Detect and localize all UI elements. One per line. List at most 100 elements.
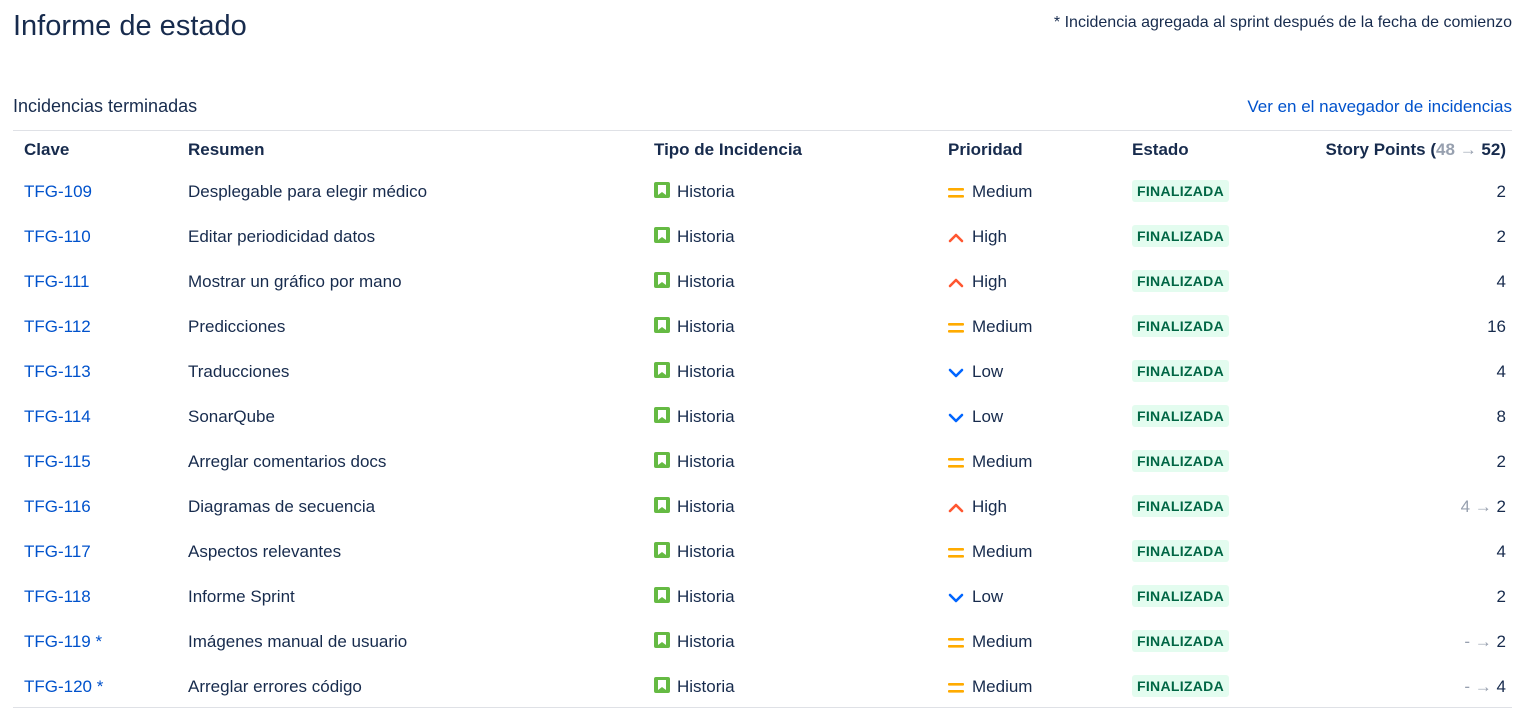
story-points-cell: 2 — [1497, 169, 1506, 214]
table-row[interactable]: TFG-113 Traducciones Historia Low FINALIZADA… — [13, 349, 1512, 394]
header-summary[interactable]: Resumen — [188, 131, 265, 169]
table-row[interactable]: TFG-110 Editar periodicidad datos Historia… — [13, 214, 1512, 259]
issue-key-link[interactable]: TFG-112 — [24, 317, 91, 336]
priority-label: Low — [972, 407, 1004, 426]
header-story-points[interactable]: Story Points (48 → 52) — [1326, 131, 1506, 169]
table-row[interactable]: TFG-115 Arreglar comentarios docs Historia… — [13, 439, 1512, 484]
priority-medium-icon — [948, 546, 966, 560]
status-cell: FINALIZADA — [1132, 529, 1229, 574]
issue-key-link[interactable]: TFG-114 — [24, 407, 91, 426]
status-badge: FINALIZADA — [1132, 270, 1229, 292]
story-points-cell: 4 — [1497, 349, 1506, 394]
priority-label: Low — [972, 362, 1004, 381]
story-points-cell: 4 → 2 — [1461, 484, 1506, 529]
issue-key-cell: TFG-110 — [24, 214, 91, 259]
issue-key-cell: TFG-109 — [24, 169, 92, 214]
status-cell: FINALIZADA — [1132, 484, 1229, 529]
priority-high-icon — [948, 276, 966, 290]
table-row[interactable]: TFG-109 Desplegable para elegir médico His… — [13, 169, 1512, 214]
issue-summary: Informe Sprint — [188, 587, 295, 606]
issue-key-link[interactable]: TFG-115 — [24, 452, 91, 471]
status-cell: FINALIZADA — [1132, 259, 1229, 304]
priority-label: High — [972, 227, 1007, 246]
header-priority[interactable]: Prioridad — [948, 131, 1023, 169]
table-row[interactable]: TFG-114 SonarQube Historia Low FINALIZADA 8 — [13, 394, 1512, 439]
story-points-cell: 2 — [1497, 214, 1506, 259]
issue-key-cell: TFG-118 — [24, 574, 91, 619]
table-row[interactable]: TFG-118 Informe Sprint Historia Low FINALIZA… — [13, 574, 1512, 619]
issue-type-cell: Historia — [654, 304, 735, 349]
priority-low-icon — [948, 591, 966, 605]
status-badge: FINALIZADA — [1132, 630, 1229, 652]
story-points-value: 2 — [1496, 452, 1506, 471]
issue-type-cell: Historia — [654, 169, 735, 214]
issue-key-link[interactable]: TFG-120 * — [24, 677, 103, 696]
status-badge: FINALIZADA — [1132, 540, 1229, 562]
issue-type-label: Historia — [677, 272, 735, 291]
priority-cell: High — [948, 259, 1007, 304]
story-points-value: 4 — [1496, 542, 1506, 561]
issue-type-label: Historia — [677, 677, 735, 696]
table-row[interactable]: TFG-119 * Imágenes manual de usuario Histo… — [13, 619, 1512, 664]
issue-key-link[interactable]: TFG-116 — [24, 497, 91, 516]
story-points-cell: - → 4 — [1464, 664, 1506, 709]
issue-key-cell: TFG-116 — [24, 484, 91, 529]
header-sp-old: 48 — [1436, 140, 1455, 159]
story-points-value: 2 — [1496, 227, 1506, 246]
story-points-cell: 4 — [1497, 259, 1506, 304]
table-row[interactable]: TFG-116 Diagramas de secuencia Historia Hig… — [13, 484, 1512, 529]
section-title: Incidencias terminadas — [13, 96, 198, 116]
issue-type-label: Historia — [677, 227, 735, 246]
issue-key-link[interactable]: TFG-110 — [24, 227, 91, 246]
story-points-arrow: → — [1474, 497, 1492, 516]
priority-low-icon — [948, 411, 966, 425]
story-bookmark-icon — [654, 317, 670, 333]
issue-type-cell: Historia — [654, 664, 735, 709]
priority-label: Medium — [972, 677, 1033, 696]
issue-key-link[interactable]: TFG-109 — [24, 182, 92, 201]
story-points-cell: 16 — [1487, 304, 1506, 349]
issue-type-label: Historia — [677, 542, 735, 561]
issue-key-cell: TFG-114 — [24, 394, 91, 439]
issue-type-label: Historia — [677, 452, 735, 471]
issue-key-cell: TFG-119 * — [24, 619, 102, 664]
priority-cell: Medium — [948, 529, 1032, 574]
status-cell: FINALIZADA — [1132, 349, 1229, 394]
issue-type-cell: Historia — [654, 259, 735, 304]
issue-key-link[interactable]: TFG-118 — [24, 587, 91, 606]
status-badge: FINALIZADA — [1132, 450, 1229, 472]
status-badge: FINALIZADA — [1132, 675, 1229, 697]
issue-key-link[interactable]: TFG-117 — [24, 542, 91, 561]
issue-key-link[interactable]: TFG-111 — [24, 272, 90, 291]
issue-type-label: Historia — [677, 587, 735, 606]
status-badge: FINALIZADA — [1132, 360, 1229, 382]
table-row[interactable]: TFG-111 Mostrar un gráfico por mano Histor… — [13, 259, 1512, 304]
story-points-cell: 8 — [1497, 394, 1506, 439]
issue-key-link[interactable]: TFG-119 * — [24, 632, 102, 651]
header-issue-type[interactable]: Tipo de Incidencia — [654, 131, 802, 169]
table-row[interactable]: TFG-112 Predicciones Historia Medium FINALIZ… — [13, 304, 1512, 349]
priority-label: Medium — [972, 542, 1033, 561]
status-badge: FINALIZADA — [1132, 225, 1229, 247]
priority-low-icon — [948, 366, 966, 380]
issue-key-link[interactable]: TFG-113 — [24, 362, 91, 381]
header-story-points-label: Story Points ( — [1325, 140, 1437, 159]
table-row[interactable]: TFG-120 * Arreglar errores código Historia… — [13, 664, 1512, 709]
header-status[interactable]: Estado — [1132, 131, 1189, 169]
issue-summary: Traducciones — [188, 362, 290, 381]
issue-summary: Desplegable para elegir médico — [188, 182, 428, 201]
status-cell: FINALIZADA — [1132, 394, 1229, 439]
header-key[interactable]: Clave — [24, 131, 69, 169]
priority-medium-icon — [948, 321, 966, 335]
table-row[interactable]: TFG-117 Aspectos relevantes Historia Medium… — [13, 529, 1512, 574]
priority-high-icon — [948, 231, 966, 245]
issue-type-label: Historia — [677, 407, 735, 426]
view-in-issue-navigator-link[interactable]: Ver en el navegador de incidencias — [1247, 97, 1512, 117]
story-bookmark-icon — [654, 632, 670, 648]
story-points-old: - — [1464, 632, 1471, 651]
story-points-value: 4 — [1496, 677, 1506, 696]
story-points-cell: 2 — [1497, 574, 1506, 619]
story-bookmark-icon — [654, 227, 670, 243]
story-points-value: 4 — [1496, 362, 1506, 381]
header-sp-arrow: → — [1459, 140, 1477, 159]
